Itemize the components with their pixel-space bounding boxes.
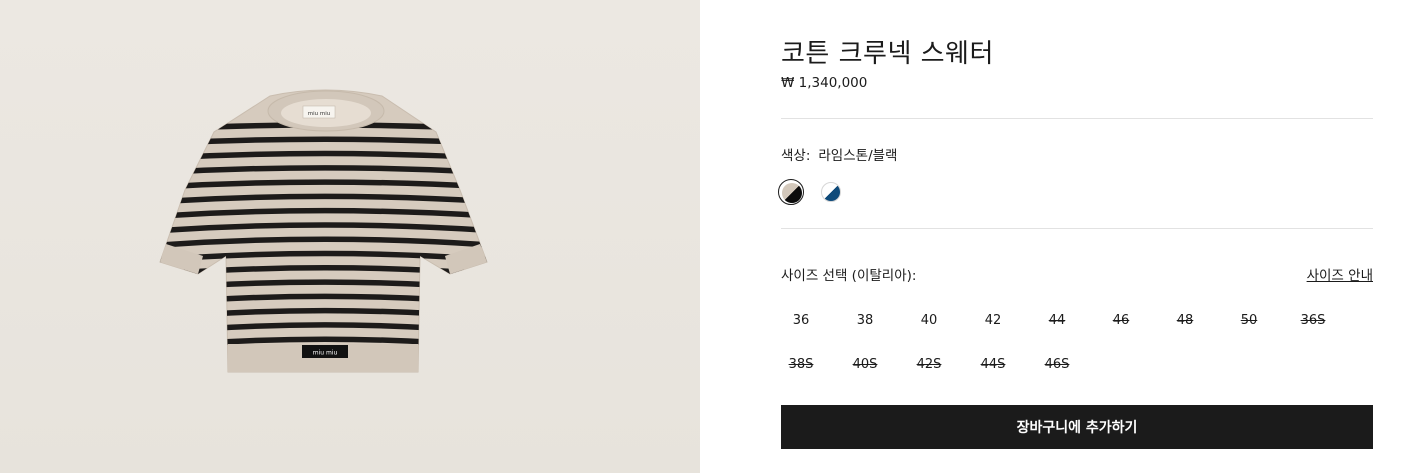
size-option-42[interactable]: 42 (973, 304, 1013, 338)
product-price: ₩ 1,340,000 (781, 75, 868, 91)
size-option-36s[interactable]: 36S (1293, 304, 1333, 338)
divider (781, 118, 1373, 119)
size-option-46[interactable]: 46 (1101, 304, 1141, 338)
size-option-44s[interactable]: 44S (973, 348, 1013, 382)
product-image: miu miu miu miu (159, 89, 488, 373)
size-option-38[interactable]: 38 (845, 304, 885, 338)
color-swatch-limestone-black[interactable] (778, 179, 804, 205)
size-option-48[interactable]: 48 (1165, 304, 1205, 338)
svg-text:miu miu: miu miu (308, 111, 331, 117)
divider (781, 228, 1373, 229)
color-label: 색상: (781, 148, 811, 164)
color-swatch-white-blue[interactable] (818, 179, 844, 205)
size-option-42s[interactable]: 42S (909, 348, 949, 382)
swatch-fill (821, 182, 841, 202)
size-selection-label: 사이즈 선택 (이탈리아): (781, 268, 917, 284)
color-selection: 색상: 라임스톤/블랙 (781, 144, 897, 164)
product-image-panel: miu miu miu miu (0, 0, 700, 473)
add-to-cart-button[interactable]: 장바구니에 추가하기 (781, 405, 1373, 449)
product-details: 코튼 크루넥 스웨터 ₩ 1,340,000 색상: 라임스톤/블랙 사이즈 선택… (778, 0, 1373, 473)
product-title: 코튼 크루넥 스웨터 (781, 39, 994, 69)
size-option-38s[interactable]: 38S (781, 348, 821, 382)
swatch-fill (782, 183, 802, 203)
selected-color-value: 라임스톤/블랙 (818, 148, 898, 164)
size-option-40s[interactable]: 40S (845, 348, 885, 382)
size-guide-link[interactable]: 사이즈 안내 (1307, 264, 1373, 284)
svg-text:miu miu: miu miu (313, 350, 338, 357)
size-option-44[interactable]: 44 (1037, 304, 1077, 338)
size-option-46s[interactable]: 46S (1037, 348, 1077, 382)
size-option-36[interactable]: 36 (781, 304, 821, 338)
size-option-40[interactable]: 40 (909, 304, 949, 338)
size-option-50[interactable]: 50 (1229, 304, 1269, 338)
